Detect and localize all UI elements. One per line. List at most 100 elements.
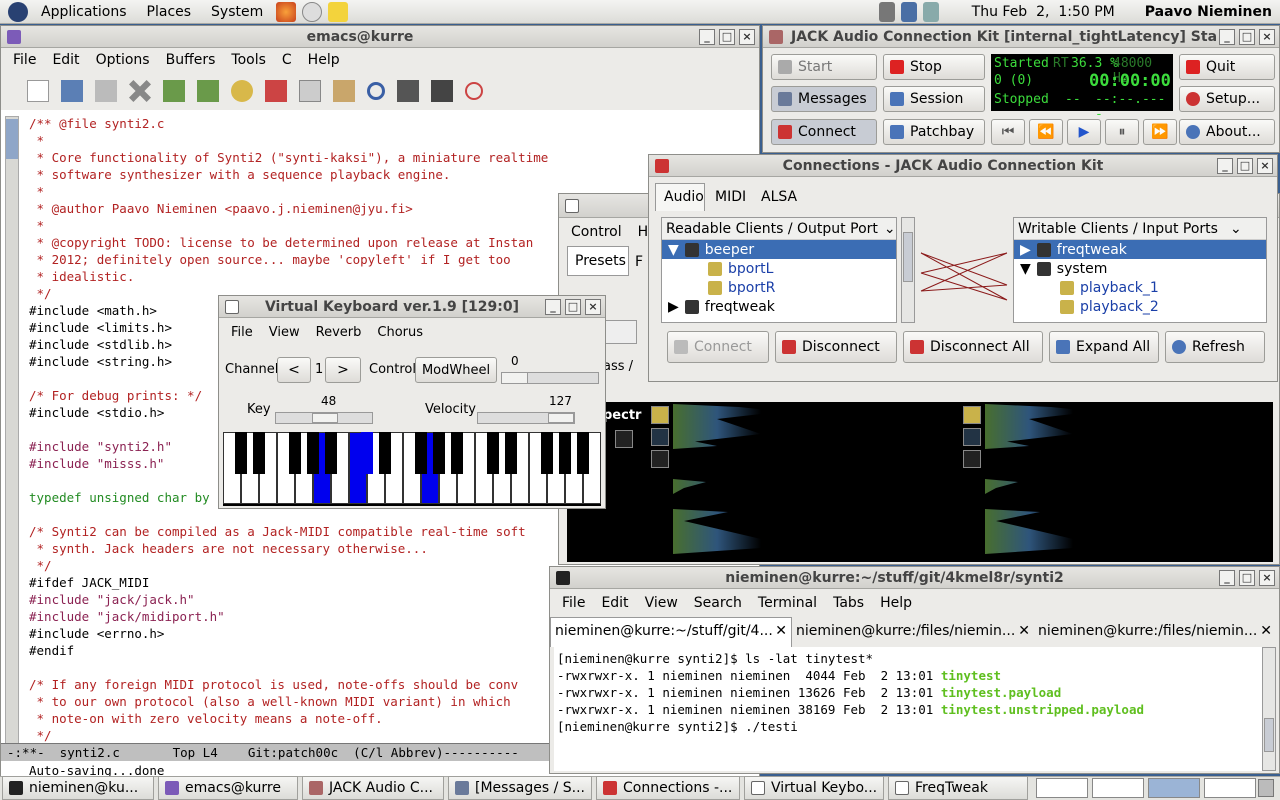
output-header[interactable]: Readable Clients / Output Port ⌄ xyxy=(662,218,896,240)
pause-icon[interactable]: ⏸ xyxy=(1105,119,1139,145)
paste-icon[interactable] xyxy=(333,80,355,102)
vkb-menu-reverb[interactable]: Reverb xyxy=(308,325,370,340)
terminal-titlebar[interactable]: nieminen@kurre:~/stuff/git/4kmel8r/synti… xyxy=(550,567,1279,589)
clock-app-icon[interactable] xyxy=(302,1,323,22)
minimize-button[interactable]: _ xyxy=(699,28,715,45)
slider-handle[interactable] xyxy=(548,413,574,423)
emacs-scroll-thumb[interactable] xyxy=(6,119,18,159)
print-icon[interactable] xyxy=(397,80,419,102)
freqtweak-tab-presets[interactable]: Presets xyxy=(567,246,629,276)
piano-black-key[interactable] xyxy=(325,432,337,474)
emacs-menu-options[interactable]: Options xyxy=(88,52,158,68)
control-slider[interactable] xyxy=(501,372,599,384)
piano-black-key[interactable] xyxy=(451,432,463,474)
piano-black-key[interactable] xyxy=(253,432,265,474)
channel-next-button[interactable]: > xyxy=(325,357,361,383)
disconnect-button[interactable]: Disconnect xyxy=(775,331,897,363)
emacs-menu-file[interactable]: File xyxy=(5,52,44,68)
scroll-thumb[interactable] xyxy=(1264,718,1274,752)
task-messages[interactable]: [Messages / S... xyxy=(448,776,592,800)
network-icon[interactable] xyxy=(900,1,917,22)
terminal-menu-view[interactable]: View xyxy=(637,595,686,611)
maximize-button[interactable]: □ xyxy=(1239,28,1255,45)
emacs-menu-buffers[interactable]: Buffers xyxy=(158,52,224,68)
piano-black-key[interactable] xyxy=(505,432,517,474)
maximize-button[interactable]: □ xyxy=(1239,569,1255,586)
play-icon[interactable]: ▶ xyxy=(1067,119,1101,145)
firefox-icon[interactable] xyxy=(276,1,297,22)
control-select[interactable]: ModWheel xyxy=(415,357,497,383)
panel-clock[interactable]: Thu Feb 2, 1:50 PM xyxy=(972,4,1115,20)
workspace-1[interactable] xyxy=(1036,778,1088,798)
client-system[interactable]: ▼ system xyxy=(1014,259,1266,278)
terminal-menu-file[interactable]: File xyxy=(554,595,593,611)
minimize-button[interactable]: _ xyxy=(1219,28,1235,45)
connect-button[interactable]: Connect xyxy=(667,331,769,363)
rewind-start-icon[interactable]: ⏮ xyxy=(991,119,1025,145)
save-as-icon[interactable] xyxy=(197,80,219,102)
fast-forward-icon[interactable]: ⏩ xyxy=(1143,119,1177,145)
slider-handle[interactable] xyxy=(312,413,338,423)
emacs-minibuffer[interactable]: Auto-saving...done xyxy=(29,762,164,776)
minimize-button[interactable]: _ xyxy=(1217,157,1233,174)
close-button[interactable]: × xyxy=(739,28,755,45)
disconnect-all-button[interactable]: Disconnect All xyxy=(903,331,1043,363)
maximize-button[interactable]: □ xyxy=(719,28,735,45)
spectrum-toggle-icon[interactable] xyxy=(651,406,669,424)
key-slider[interactable] xyxy=(275,412,373,424)
tab-midi[interactable]: MIDI xyxy=(715,189,746,205)
output-ports-tree[interactable]: Readable Clients / Output Port ⌄ ▼ beeper … xyxy=(661,217,897,323)
volume-icon[interactable] xyxy=(878,1,895,22)
velocity-slider[interactable] xyxy=(477,412,575,424)
code-line[interactable]: * Core functionality of Synti2 ("synti-k… xyxy=(29,149,749,166)
new-file-icon[interactable] xyxy=(27,80,49,102)
terminal-menu-terminal[interactable]: Terminal xyxy=(750,595,825,611)
trash-icon[interactable] xyxy=(1258,779,1274,797)
close-tab-icon[interactable]: ✕ xyxy=(775,623,787,642)
spectrum-wave-icon[interactable] xyxy=(651,450,669,468)
terminal-tab[interactable]: nieminen@kurre:/files/niemin... ✕ xyxy=(1034,617,1276,647)
code-line[interactable]: /** @file synti2.c xyxy=(29,115,749,132)
workspace-4[interactable] xyxy=(1204,778,1256,798)
piano-black-key[interactable] xyxy=(577,432,589,474)
slider-handle[interactable] xyxy=(502,373,528,383)
piano-black-key[interactable] xyxy=(415,432,427,474)
customize-icon[interactable] xyxy=(431,80,453,102)
channel-prev-button[interactable]: < xyxy=(277,357,311,383)
maximize-button[interactable]: □ xyxy=(565,298,581,315)
scroll-thumb[interactable] xyxy=(903,232,913,282)
emacs-menu-help[interactable]: Help xyxy=(300,52,348,68)
close-button[interactable]: × xyxy=(585,298,601,315)
fedora-icon[interactable] xyxy=(8,1,28,22)
cut-icon[interactable] xyxy=(265,80,287,102)
emacs-titlebar[interactable]: emacs@kurre _ □ × xyxy=(1,26,759,48)
search-icon[interactable] xyxy=(367,82,385,100)
piano-black-key[interactable] xyxy=(361,432,373,474)
close-button[interactable]: × xyxy=(1259,28,1275,45)
close-button[interactable]: × xyxy=(1259,569,1275,586)
expand-all-button[interactable]: Expand All xyxy=(1049,331,1159,363)
setup-button[interactable]: Setup... xyxy=(1179,86,1275,112)
vkb-menu-view[interactable]: View xyxy=(261,325,308,340)
minimize-button[interactable]: _ xyxy=(545,298,561,315)
workspace-2[interactable] xyxy=(1092,778,1144,798)
terminal-scrollbar[interactable] xyxy=(1262,647,1276,771)
vkb-titlebar[interactable]: Virtual Keyboard ver.1.9 [129:0] _ □ × xyxy=(219,296,605,318)
workspace-switcher[interactable] xyxy=(1036,778,1256,798)
client-beeper[interactable]: ▼ beeper xyxy=(662,240,896,259)
tab-audio[interactable]: Audio xyxy=(655,183,705,211)
terminal-tab[interactable]: nieminen@kurre:~/stuff/git/4... ✕ xyxy=(550,617,792,647)
connections-titlebar[interactable]: Connections - JACK Audio Connection Kit … xyxy=(649,155,1277,177)
port-bportL[interactable]: bportL xyxy=(662,259,896,278)
tab-alsa[interactable]: ALSA xyxy=(761,189,797,205)
save-icon[interactable] xyxy=(163,80,185,102)
stop-button[interactable]: Stop xyxy=(883,54,985,80)
terminal-menu-search[interactable]: Search xyxy=(686,595,750,611)
task-freqtweak[interactable]: FreqTweak xyxy=(888,776,1028,800)
piano-black-key[interactable] xyxy=(235,432,247,474)
notes-icon[interactable] xyxy=(328,1,349,22)
port-playback-1[interactable]: playback_1 xyxy=(1014,278,1266,297)
spectrum-wave-icon[interactable] xyxy=(651,428,669,446)
menu-places[interactable]: Places xyxy=(137,4,202,20)
port-playback-2[interactable]: playback_2 xyxy=(1014,297,1266,316)
